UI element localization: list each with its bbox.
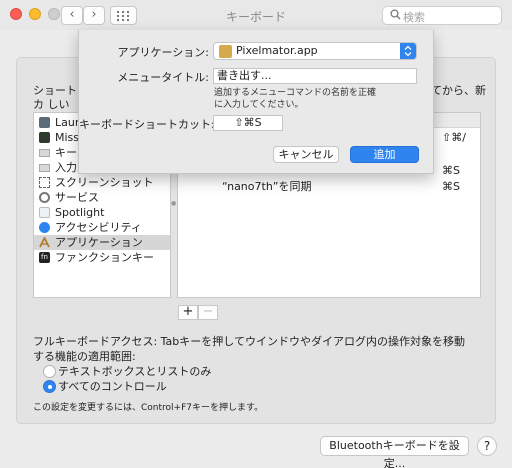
pixelmator-app-icon [219, 45, 232, 58]
remove-shortcut-button[interactable]: − [198, 305, 218, 320]
show-all-button[interactable] [110, 6, 137, 25]
add-shortcut-button[interactable]: + [178, 305, 198, 320]
shortcuts-description-end: てから、新 [431, 84, 486, 97]
app-shortcuts-icon [39, 235, 50, 248]
application-value: Pixelmator.app [236, 44, 318, 57]
shortcut-row[interactable]: “nano7th”を同期 ⌘S [178, 179, 480, 195]
setup-bluetooth-keyboard-button[interactable]: Bluetoothキーボードを設定... [320, 436, 469, 468]
window-title: キーボード [225, 10, 286, 24]
radio-all-controls[interactable]: すべてのコントロール [43, 380, 303, 394]
category-item-accessibility[interactable]: アクセシビリティ [34, 220, 170, 235]
category-item-app-shortcuts[interactable]: アプリケーション [34, 235, 170, 250]
minimize-window-button[interactable] [29, 8, 41, 20]
menu-title-hint: 追加するメニューコマンドの名前を正確に入力してください。 [214, 88, 377, 110]
screenshot-icon [39, 177, 50, 188]
search-placeholder: 検索 [403, 11, 425, 24]
menu-title-field[interactable]: 書き出す... [213, 68, 417, 84]
radio-text-boxes-only[interactable]: テキストボックスとリストのみ [43, 365, 303, 379]
title-bar: ‹ › キーボード 検索 [0, 0, 512, 30]
add-button[interactable]: 追加 [350, 146, 419, 163]
zoom-window-button[interactable] [48, 8, 60, 20]
gear-icon [39, 192, 50, 203]
shortcut-note: この設定を変更するには、Control+F7キーを押します。 [33, 403, 264, 413]
search-field[interactable]: 検索 [382, 6, 502, 25]
chevron-left-icon: ‹ [69, 7, 75, 22]
category-item-services[interactable]: サービス [34, 190, 170, 205]
keyboard-shortcut-field[interactable]: ⇧⌘S [213, 115, 283, 131]
split-view-handle[interactable]: ● [171, 200, 176, 207]
add-shortcut-sheet: アプリケーション: Pixelmator.app メニュータイトル: 書き出す.… [78, 30, 434, 174]
radio-button[interactable] [43, 365, 56, 378]
keyboard-shortcut-label: キーボードショートカット: [79, 118, 215, 131]
cancel-button[interactable]: キャンセル [273, 146, 339, 163]
accessibility-icon [39, 222, 50, 233]
menu-title-label: メニュータイトル: [117, 71, 209, 84]
popup-arrows-icon [400, 43, 416, 59]
radio-button-selected[interactable] [43, 380, 56, 393]
fn-key-icon: fn [39, 252, 50, 263]
full-keyboard-access-label: フルキーボードアクセス: Tabキーを押してウインドウやダイアログ内の操作対象を… [33, 335, 465, 363]
close-window-button[interactable] [10, 8, 22, 20]
category-item-screenshots[interactable]: スクリーンショット [34, 175, 170, 190]
chevron-right-icon: › [91, 7, 97, 22]
back-button[interactable]: ‹ [61, 6, 83, 25]
category-item-function-keys[interactable]: fn ファンクションキー [34, 250, 170, 265]
spotlight-icon [39, 207, 50, 218]
application-popup[interactable]: Pixelmator.app [213, 42, 417, 60]
category-item-spotlight[interactable]: Spotlight [34, 205, 170, 220]
launchpad-icon [39, 117, 50, 128]
input-source-icon [39, 164, 50, 172]
keyboard-icon [39, 149, 50, 157]
help-button[interactable]: ? [477, 436, 497, 456]
app-label: アプリケーション: [117, 46, 210, 59]
search-icon [390, 9, 401, 20]
mission-control-icon [39, 132, 50, 143]
forward-button[interactable]: › [83, 6, 105, 25]
